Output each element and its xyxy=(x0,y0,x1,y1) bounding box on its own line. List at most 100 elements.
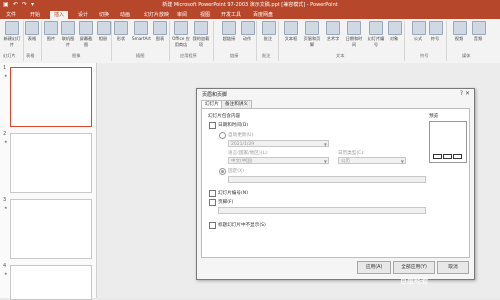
language-select[interactable]: 中文(中国) ▼ xyxy=(228,157,329,164)
tab-developer[interactable]: 开发工具 xyxy=(221,11,241,19)
smartart-button[interactable]: SmartArt xyxy=(132,21,151,41)
hyperlink-icon xyxy=(222,21,236,35)
tab-slideshow[interactable]: 幻灯片放映 xyxy=(144,11,169,19)
dialog-tab-panel: 幻灯片包含内容 日期和时间(D) 自动更新(U) 2021/1/29 ▼ 语言(国… xyxy=(201,108,470,258)
equation-button[interactable]: 公式 xyxy=(412,21,426,42)
tab-insert[interactable]: 插入 xyxy=(50,11,69,19)
date-time-checkbox[interactable] xyxy=(209,122,216,129)
ribbon-separator xyxy=(278,21,279,61)
slide-thumbnail-pane[interactable]: 1 ★ 2 ★ 3 ★ 4 ★ xyxy=(0,63,97,300)
group-text-label: 文本 xyxy=(336,53,345,58)
language-label: 语言(国家/地区)(L): xyxy=(228,151,269,156)
slide-number-1: 1 xyxy=(3,65,7,71)
tab-transitions[interactable]: 切换 xyxy=(99,11,109,19)
ribbon-separator xyxy=(256,21,257,61)
ribbon-separator xyxy=(23,21,24,61)
ribbon-tab-bar: 文件 开始 插入 设计 切换 动画 幻灯片放映 审阅 视图 开发工具 百度网盘 xyxy=(0,10,500,19)
office-store-button[interactable]: Office 应用商店 xyxy=(172,21,190,48)
tab-design[interactable]: 设计 xyxy=(78,11,88,19)
transition-star-icon: ★ xyxy=(4,205,8,210)
textbox-button[interactable]: 文本框 xyxy=(283,21,299,42)
tab-file[interactable]: 文件 xyxy=(6,11,16,19)
date-time-label: 日期和时间(D) xyxy=(218,123,249,128)
date-time-button[interactable]: 日期和时间 xyxy=(344,21,364,48)
slide-thumbnail-4[interactable] xyxy=(10,265,92,300)
table-icon xyxy=(25,21,39,35)
calendar-type-select[interactable]: 公历 ▼ xyxy=(338,157,406,164)
fixed-date-input[interactable] xyxy=(228,176,426,183)
group-slides-label: 幻灯片 xyxy=(3,53,16,58)
audio-icon xyxy=(472,21,486,35)
date-time-icon xyxy=(347,21,361,35)
wordart-icon xyxy=(326,21,340,35)
calendar-type-label: 日历类型(C): xyxy=(338,151,365,156)
tab-view[interactable]: 视图 xyxy=(200,11,210,19)
ribbon-separator xyxy=(169,21,170,61)
dropdown-arrow-icon: ▼ xyxy=(400,159,404,164)
preview-footer-placeholder xyxy=(443,154,452,159)
audio-button[interactable]: 音频 xyxy=(472,21,486,42)
comment-button[interactable]: 批注 xyxy=(262,21,276,42)
slide-number-button[interactable]: 幻灯片编号 xyxy=(367,21,385,48)
new-slide-button[interactable]: 新建幻灯片 xyxy=(3,21,21,48)
ribbon-separator xyxy=(41,21,42,61)
preview-date-placeholder xyxy=(433,154,442,159)
new-slide-icon xyxy=(5,21,19,35)
online-picture-icon xyxy=(61,21,75,35)
picture-button[interactable]: 图片 xyxy=(44,21,58,42)
footer-text-input[interactable] xyxy=(218,207,426,214)
slide-thumbnail-3[interactable] xyxy=(10,199,92,259)
comment-icon xyxy=(262,21,276,35)
group-images-label: 图像 xyxy=(72,53,81,58)
watermark: 百度经验 xyxy=(400,277,428,285)
smartart-icon xyxy=(134,21,148,35)
transition-star-icon: ★ xyxy=(4,73,8,78)
album-button[interactable]: 相册 xyxy=(97,21,111,42)
header-footer-icon xyxy=(305,21,319,35)
tab-animations[interactable]: 动画 xyxy=(120,11,130,19)
tab-home[interactable]: 开始 xyxy=(30,11,40,19)
title-bar: ▣ ↶ ↷ ▾ 新建 Microsoft PowerPoint 97-2003 … xyxy=(0,0,500,10)
slide-thumbnail-2[interactable] xyxy=(10,133,92,193)
cancel-button[interactable]: 取消 xyxy=(437,261,469,274)
preview-number-placeholder xyxy=(453,154,462,159)
fixed-radio[interactable] xyxy=(219,168,226,175)
tab-baidu-netdisk[interactable]: 百度网盘 xyxy=(253,11,273,19)
dropdown-arrow-icon: ▼ xyxy=(323,159,327,164)
album-icon xyxy=(97,21,111,35)
slide-thumbnail-1[interactable] xyxy=(10,67,92,127)
dialog-close-icon[interactable]: ? ✕ xyxy=(460,90,470,97)
video-button[interactable]: 视频 xyxy=(453,21,467,42)
hide-on-title-checkbox[interactable] xyxy=(209,222,216,229)
apply-all-button[interactable]: 全部应用(Y) xyxy=(393,261,435,274)
transition-star-icon: ★ xyxy=(4,271,8,276)
ribbon: 新建幻灯片 表格 图片 联机图片 屏幕截图 相册 形状 SmartArt 图表 … xyxy=(0,19,500,64)
shapes-icon xyxy=(114,21,128,35)
picture-icon xyxy=(44,21,58,35)
footer-checkbox[interactable] xyxy=(209,199,216,206)
group-illustrations-label: 插图 xyxy=(136,53,145,58)
footer-label: 页脚(F) xyxy=(218,200,234,205)
action-icon xyxy=(241,21,255,35)
action-button[interactable]: 动作 xyxy=(241,21,255,42)
slide-number-2: 2 xyxy=(3,131,7,137)
tab-review[interactable]: 审阅 xyxy=(177,11,187,19)
my-addins-button[interactable]: 我的加载项 xyxy=(192,21,210,48)
date-format-select[interactable]: 2021/1/29 ▼ xyxy=(228,140,329,147)
header-footer-button[interactable]: 页眉和页脚 xyxy=(302,21,322,48)
table-button[interactable]: 表格 xyxy=(25,21,39,42)
hyperlink-button[interactable]: 超链接 xyxy=(222,21,236,42)
online-picture-button[interactable]: 联机图片 xyxy=(60,21,76,48)
chart-button[interactable]: 图表 xyxy=(153,21,167,42)
wordart-button[interactable]: 艺术字 xyxy=(326,21,340,42)
auto-update-radio[interactable] xyxy=(219,132,226,139)
symbol-button[interactable]: 符号 xyxy=(429,21,443,42)
apply-button[interactable]: 应用(A) xyxy=(357,261,391,274)
dialog-title: 页眉和页脚 xyxy=(202,92,228,98)
slide-number-checkbox[interactable] xyxy=(209,190,216,197)
object-button[interactable]: 对象 xyxy=(388,21,402,42)
addins-icon xyxy=(194,21,208,35)
shapes-button[interactable]: 形状 xyxy=(114,21,128,42)
chart-icon xyxy=(153,21,167,35)
screenshot-button[interactable]: 屏幕截图 xyxy=(78,21,94,48)
